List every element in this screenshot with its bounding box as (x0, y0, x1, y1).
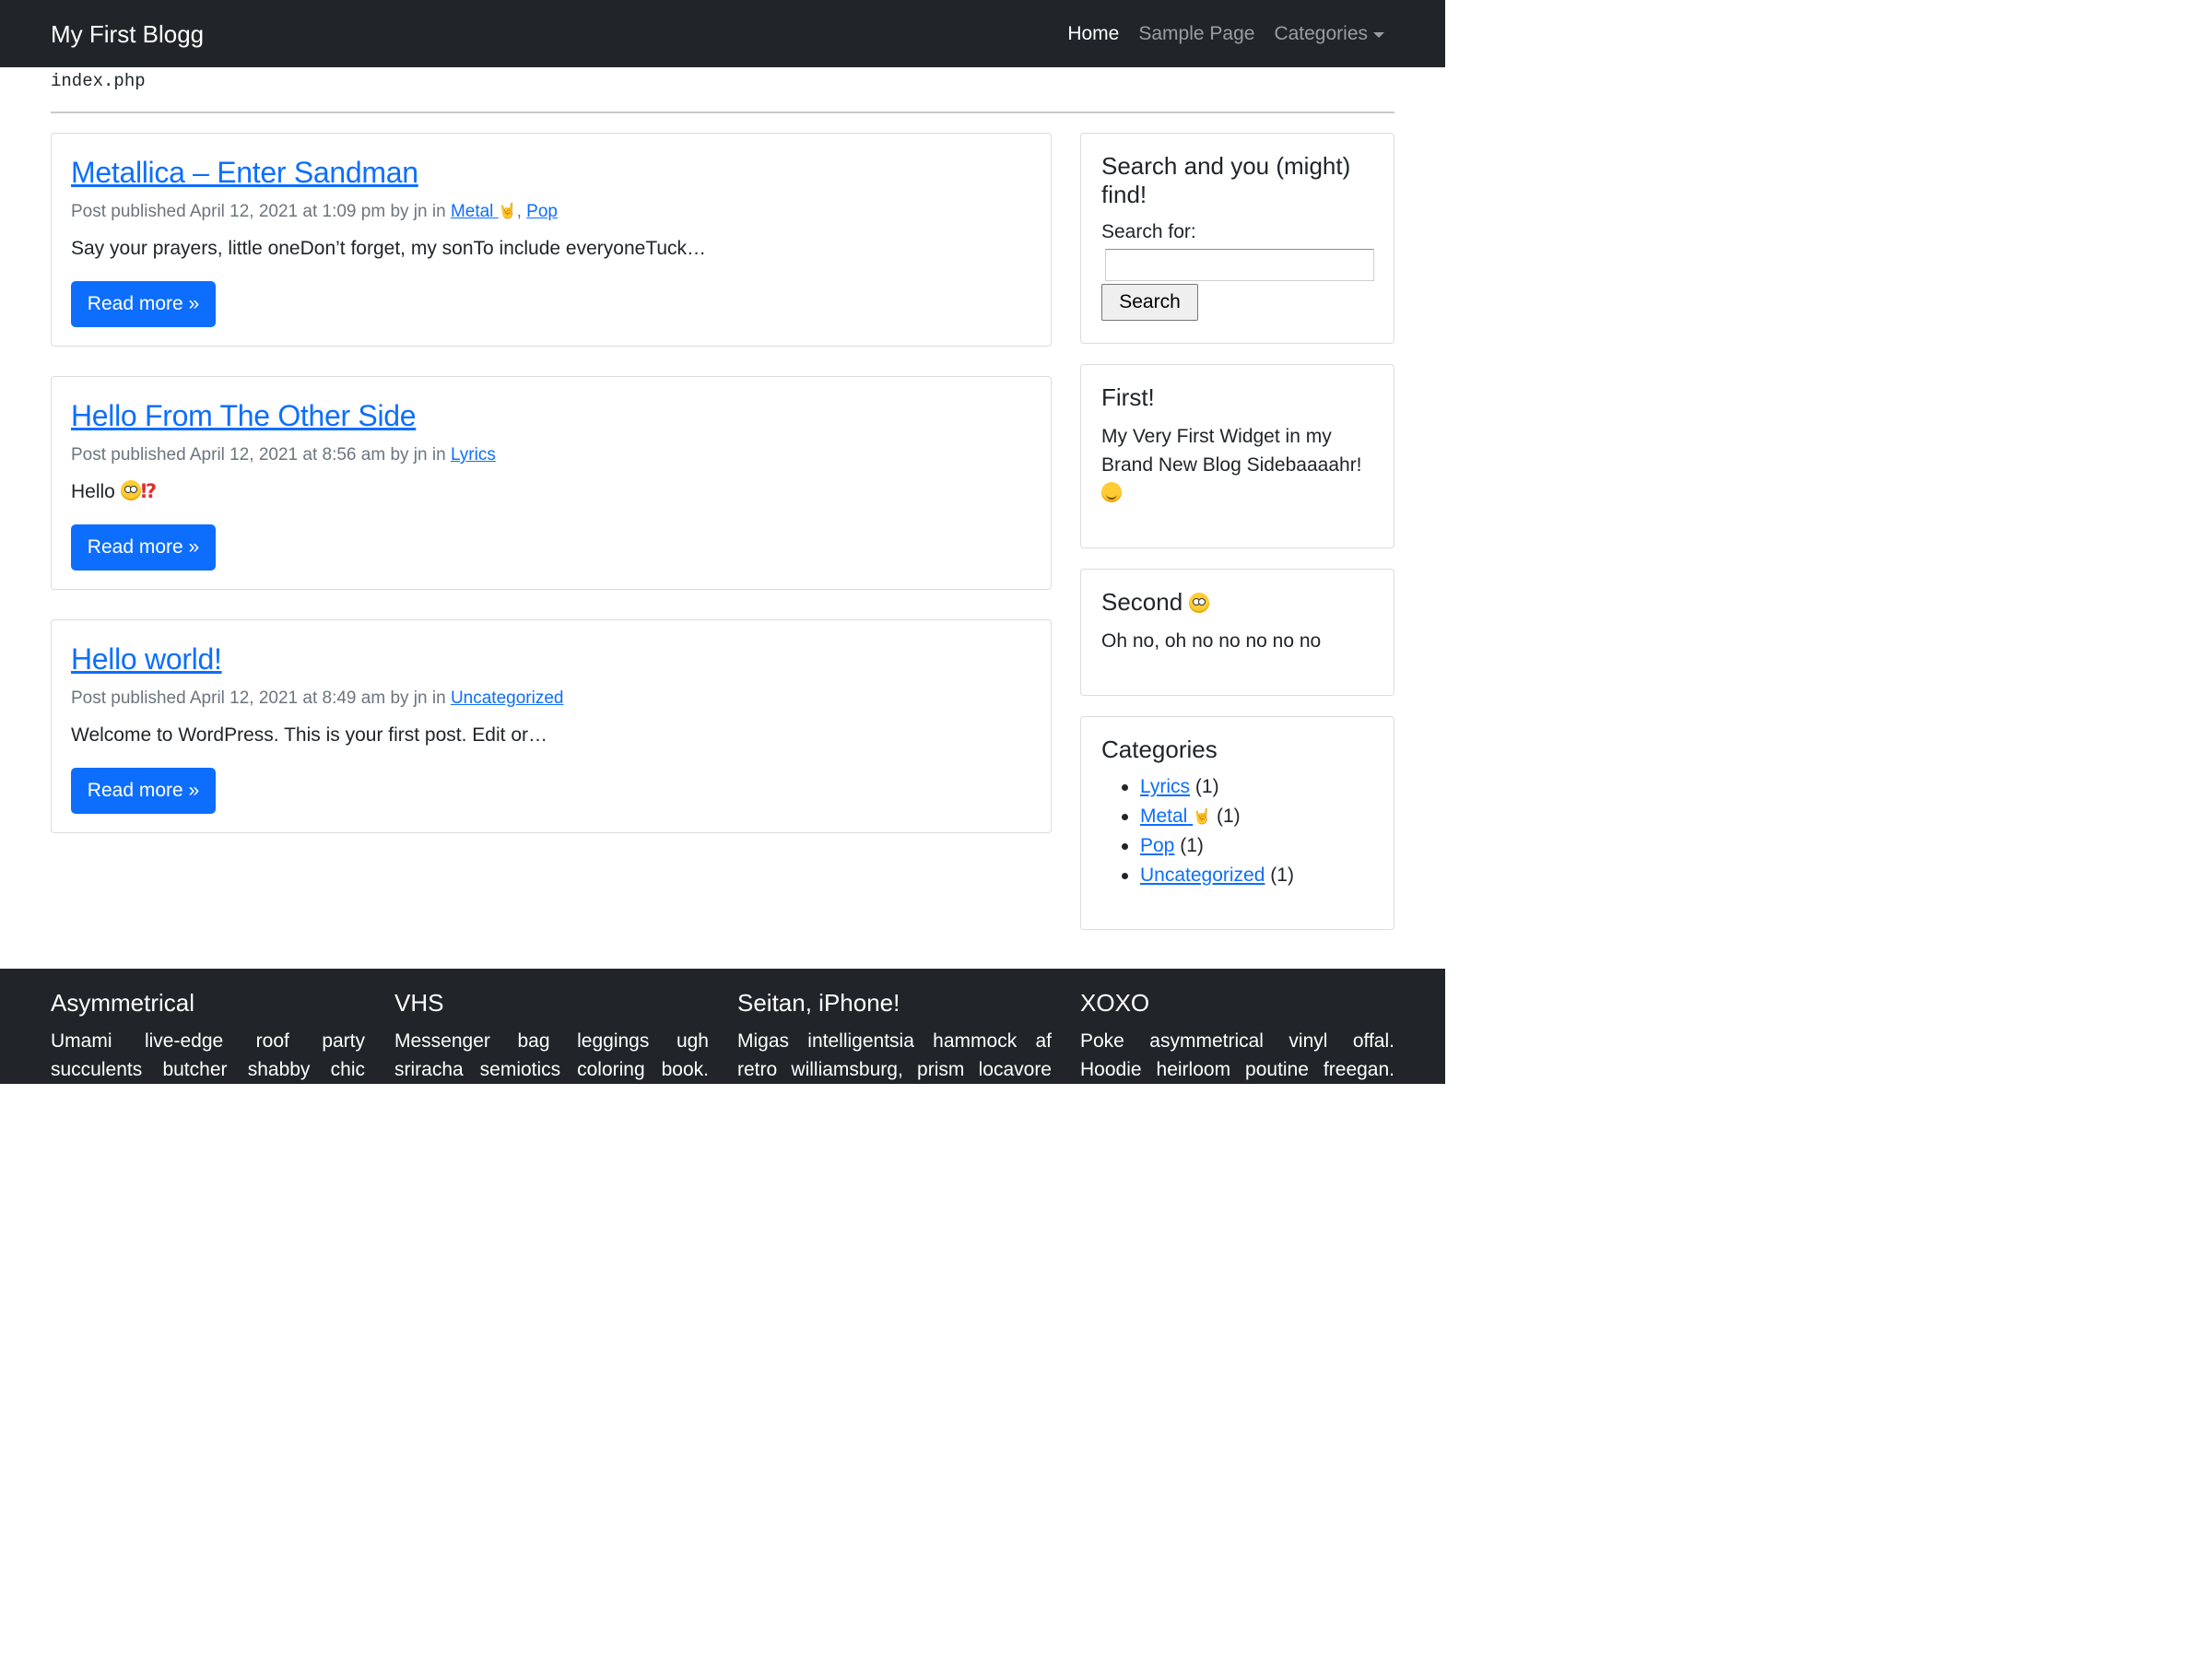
post-excerpt-text: Hello (71, 481, 115, 502)
list-item: Lyrics (1) (1122, 772, 1374, 802)
nav-links: Home Sample Page Categories (1067, 20, 1384, 48)
category-link-pop[interactable]: Pop (526, 202, 558, 221)
template-filename: index.php (51, 71, 146, 91)
footer-column: VHS Messenger bag leggings ugh sriracha … (394, 989, 709, 1084)
second-widget-title-text: Second (1101, 588, 1183, 616)
footer-column: XOXO Poke asymmetrical vinyl offal. Hood… (1080, 989, 1394, 1084)
footer-column-title: XOXO (1080, 989, 1150, 1017)
footer-column-title: Seitan, iPhone! (737, 989, 900, 1017)
horizontal-divider (51, 112, 1394, 113)
post-meta-text: Post published April 12, 2021 at 8:56 am… (71, 445, 446, 465)
rock-hand-icon: 🤘 (498, 204, 517, 219)
exclamation-question-icon: ⁉ (140, 481, 158, 502)
nav-sample-page-link[interactable]: Sample Page (1138, 20, 1254, 48)
post-excerpt: Say your prayers, little oneDon’t forget… (71, 238, 707, 259)
search-widget: Search and you (might) find! Search for:… (1080, 133, 1394, 344)
category-link-pop[interactable]: Pop (1140, 835, 1174, 856)
flushed-face-icon (120, 480, 141, 500)
search-label: Search for: (1101, 221, 1196, 242)
footer-column-title: Asymmetrical (51, 989, 195, 1017)
nav-home-link[interactable]: Home (1067, 20, 1119, 48)
flushed-face-icon (1189, 593, 1210, 613)
second-widget-text: Oh no, oh no no no no no (1101, 630, 1322, 652)
categories-widget: Categories Lyrics (1) Metal 🤘 (1) Pop (1… (1080, 716, 1394, 930)
category-link-lyrics[interactable]: Lyrics (451, 445, 496, 465)
hugging-face-icon (1101, 482, 1122, 502)
second-widget-title: Second (1101, 588, 1374, 617)
post-meta: Post published April 12, 2021 at 1:09 pm… (71, 200, 558, 224)
category-link-metal[interactable]: Metal 🤘 (451, 202, 517, 221)
post-excerpt: Hello ⁉ (71, 479, 157, 505)
footer-column-text: Umami live-edge roof party succulents bu… (51, 1030, 365, 1080)
post-card: Hello world! Post published April 12, 20… (51, 619, 1052, 833)
categories-widget-title: Categories (1101, 735, 1218, 763)
category-link-lyrics[interactable]: Lyrics (1140, 776, 1190, 797)
category-link-metal[interactable]: Metal 🤘 (1140, 806, 1211, 827)
post-meta-text: Post published April 12, 2021 at 8:49 am… (71, 688, 446, 708)
footer-column-title: VHS (394, 989, 444, 1017)
footer-column: Seitan, iPhone! Migas intelligentsia ham… (737, 989, 1052, 1084)
footer-column-text: Poke asymmetrical vinyl offal. Hoodie he… (1080, 1030, 1394, 1080)
read-more-button[interactable]: Read more » (71, 768, 216, 814)
post-list: Metallica – Enter Sandman Post published… (51, 133, 1052, 863)
post-title-link[interactable]: Hello world! (71, 641, 222, 677)
post-excerpt: Welcome to WordPress. This is your first… (71, 724, 547, 746)
footer-column-text: Messenger bag leggings ugh sriracha semi… (394, 1030, 709, 1080)
site-footer: Asymmetrical Umami live-edge roof party … (0, 969, 1445, 1084)
list-item: Metal 🤘 (1) (1122, 802, 1374, 832)
rock-hand-icon: 🤘 (1193, 808, 1212, 825)
category-count: (1) (1270, 864, 1294, 886)
post-meta-text: Post published April 12, 2021 at 1:09 pm… (71, 202, 446, 221)
category-count: (1) (1180, 835, 1204, 856)
category-count: (1) (1216, 805, 1241, 827)
footer-column: Asymmetrical Umami live-edge roof party … (51, 989, 365, 1084)
category-link-label: Metal (1140, 805, 1188, 827)
first-widget-title: First! (1101, 383, 1155, 411)
site-brand-link[interactable]: My First Blogg (51, 18, 204, 50)
search-input[interactable] (1105, 249, 1374, 281)
post-title-link[interactable]: Metallica – Enter Sandman (71, 154, 418, 191)
search-button[interactable]: Search (1101, 284, 1198, 321)
post-card: Hello From The Other Side Post published… (51, 376, 1052, 590)
top-navbar: My First Blogg Home Sample Page Categori… (0, 0, 1445, 67)
category-link-label: Metal (450, 202, 494, 221)
post-title-link[interactable]: Hello From The Other Side (71, 397, 417, 434)
post-card: Metallica – Enter Sandman Post published… (51, 133, 1052, 347)
second-widget: Second Oh no, oh no no no no no (1080, 569, 1394, 696)
sidebar: Search and you (might) find! Search for:… (1080, 133, 1394, 950)
post-meta: Post published April 12, 2021 at 8:49 am… (71, 687, 563, 711)
nav-categories-dropdown[interactable]: Categories (1274, 20, 1384, 48)
list-item: Pop (1) (1122, 831, 1374, 861)
first-widget-text: My Very First Widget in my Brand New Blo… (1101, 422, 1374, 508)
search-widget-title: Search and you (might) find! (1101, 152, 1351, 208)
category-list: Lyrics (1) Metal 🤘 (1) Pop (1) Uncategor… (1101, 772, 1374, 889)
nav-categories-label: Categories (1274, 23, 1368, 44)
post-meta: Post published April 12, 2021 at 8:56 am… (71, 443, 496, 467)
footer-column-text: Migas intelligentsia hammock af retro wi… (737, 1030, 1052, 1080)
category-count: (1) (1194, 776, 1219, 797)
read-more-button[interactable]: Read more » (71, 524, 216, 571)
read-more-button[interactable]: Read more » (71, 281, 216, 327)
category-link-uncategorized[interactable]: Uncategorized (1140, 865, 1265, 886)
caret-down-icon (1373, 32, 1384, 38)
first-widget-body: My Very First Widget in my Brand New Blo… (1101, 426, 1362, 476)
first-widget: First! My Very First Widget in my Brand … (1080, 364, 1394, 548)
list-item: Uncategorized (1) (1122, 861, 1374, 890)
category-link-uncategorized[interactable]: Uncategorized (451, 688, 564, 708)
